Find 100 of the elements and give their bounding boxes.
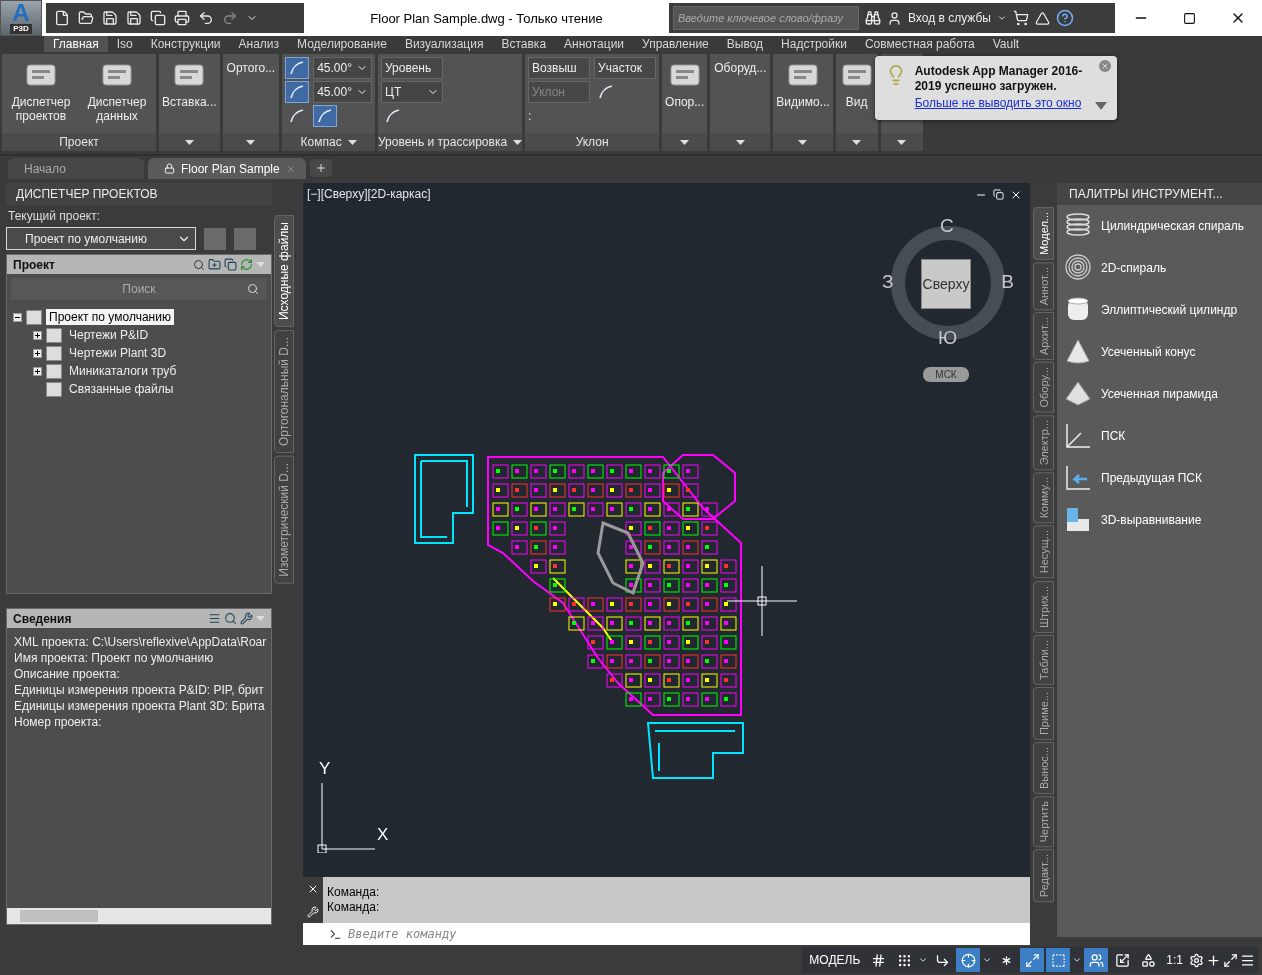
tree-item[interactable]: Проект по умолчанию: [46, 309, 174, 325]
document-tab[interactable]: Начало: [8, 158, 144, 179]
palette-tab[interactable]: Аннот...: [1033, 261, 1054, 311]
ribbon-button[interactable]: Диспетчер проектов: [5, 57, 77, 130]
palette-tool[interactable]: Усеченный конус: [1057, 331, 1262, 373]
palette-tab[interactable]: Комму...: [1033, 472, 1054, 524]
ribbon-tab[interactable]: Визуализация: [395, 36, 493, 52]
project-dropdown[interactable]: Проект по умолчанию: [6, 227, 196, 250]
compass-label[interactable]: В: [1001, 271, 1014, 293]
tree-item[interactable]: Связанные файлы: [66, 381, 177, 397]
caret-icon[interactable]: [918, 955, 929, 965]
dropdown[interactable]: ЦТ: [381, 81, 443, 103]
palette-tool[interactable]: ПСК: [1057, 415, 1262, 457]
triangle-icon[interactable]: [1035, 10, 1050, 26]
search-icon[interactable]: [193, 258, 205, 271]
side-tab[interactable]: Ортогональный D...: [274, 330, 294, 454]
palette-tool[interactable]: Цилиндрическая спираль: [1057, 205, 1262, 247]
ribbon-button[interactable]: Диспетчер данных: [81, 57, 153, 130]
redo-icon[interactable]: [222, 10, 238, 26]
horizontal-scrollbar[interactable]: [7, 908, 271, 924]
palette-tab[interactable]: Штрих...: [1033, 580, 1054, 633]
caret-icon[interactable]: [1072, 955, 1083, 965]
palette-tab[interactable]: Модел...: [1033, 207, 1054, 260]
tree-item[interactable]: Чертежи Plant 3D: [66, 345, 170, 361]
command-bar[interactable]: Введите команду: [303, 923, 1030, 945]
settings-icon[interactable]: [1189, 952, 1204, 968]
ribbon-tab[interactable]: Главная: [44, 36, 108, 52]
dropdown[interactable]: 45.00°: [313, 57, 372, 79]
ribbon-icon-button[interactable]: [285, 57, 310, 79]
caret-icon[interactable]: [735, 139, 745, 145]
caret-icon[interactable]: [513, 139, 523, 145]
caret-icon[interactable]: [246, 139, 256, 145]
expand-icon[interactable]: [33, 366, 42, 376]
crosshair-icon[interactable]: [960, 952, 976, 968]
status-toggle[interactable]: [1046, 948, 1071, 972]
palette-tab[interactable]: Приме...: [1033, 686, 1054, 740]
add-tab-button[interactable]: [309, 159, 332, 177]
copy-icon[interactable]: [224, 258, 237, 271]
compass-label[interactable]: С: [940, 215, 954, 237]
input-field[interactable]: Участок: [594, 57, 657, 79]
cart-icon[interactable]: [1013, 10, 1029, 26]
palette-tab[interactable]: Обору...: [1033, 362, 1054, 413]
status-toggle[interactable]: [1020, 948, 1045, 972]
caret-icon[interactable]: [982, 955, 993, 965]
caret-icon[interactable]: [997, 13, 1007, 23]
compass-label[interactable]: З: [882, 271, 894, 293]
ribbon-button[interactable]: Оборуд...: [713, 57, 768, 130]
palette-tool[interactable]: Предыдущая ПСК: [1057, 457, 1262, 499]
compass-label[interactable]: Ю: [938, 327, 958, 349]
caret-icon[interactable]: [897, 139, 907, 145]
open-folder-icon[interactable]: [78, 10, 94, 26]
shapes-icon[interactable]: [1140, 952, 1156, 968]
maximize-icon[interactable]: [1183, 11, 1196, 25]
ribbon-tab[interactable]: Вывод: [717, 36, 773, 52]
user-icon[interactable]: [887, 10, 902, 26]
side-tab[interactable]: Исходные файлы: [274, 215, 294, 328]
status-toggle[interactable]: [956, 948, 981, 972]
people-icon[interactable]: [1088, 952, 1104, 968]
menu-icon[interactable]: [1240, 952, 1255, 968]
palette-tab[interactable]: Архит...: [1033, 312, 1054, 361]
ribbon-tab[interactable]: Анализ: [229, 36, 289, 52]
wrench-icon[interactable]: [240, 612, 253, 625]
corner-arrow-icon[interactable]: [934, 952, 950, 968]
app-menu-button[interactable]: A P3D: [0, 0, 42, 36]
document-tab[interactable]: Floor Plan Sample: [148, 158, 306, 179]
palette-tab[interactable]: Электр...: [1033, 414, 1054, 471]
ribbon-button[interactable]: Вставка...: [162, 57, 217, 130]
diagonal-arrows-icon[interactable]: [1024, 952, 1040, 968]
ribbon-tab[interactable]: Конструкции: [141, 36, 230, 52]
ribbon-tab[interactable]: Совместная работа: [855, 36, 984, 52]
palette-tab[interactable]: Чертить: [1033, 795, 1054, 848]
caret-icon[interactable]: [347, 139, 357, 145]
ucs-menu[interactable]: МСК: [923, 367, 969, 382]
palette-tab[interactable]: Несущ...: [1033, 525, 1054, 579]
ribbon-icon-button[interactable]: [313, 105, 338, 127]
collapse-icon[interactable]: [13, 312, 22, 322]
tree-item[interactable]: Чертежи P&ID: [66, 327, 152, 343]
undo-icon[interactable]: [198, 10, 214, 26]
binoculars-icon[interactable]: [865, 10, 881, 26]
drawing-viewport[interactable]: [−][Сверху][2D-каркас] С В Ю З Сверху МСК Y X: [303, 183, 1030, 877]
dismiss-link[interactable]: Больше не выводить это окно: [914, 96, 1097, 110]
search-field[interactable]: Введите ключевое слово/фразу: [673, 6, 859, 30]
ribbon-tab[interactable]: Моделирование: [288, 36, 396, 52]
sign-in-button[interactable]: Вход в службы: [908, 11, 991, 25]
palette-tool[interactable]: Эллиптический цилиндр: [1057, 289, 1262, 331]
viewport-controls[interactable]: [−][Сверху][2D-каркас]: [307, 187, 431, 201]
ribbon-tab[interactable]: Vault: [983, 36, 1029, 52]
tree-item[interactable]: Миникаталоги труб: [66, 363, 180, 379]
save-as-icon[interactable]: [126, 10, 142, 26]
expand-icon[interactable]: [33, 330, 42, 340]
plus-icon[interactable]: [1206, 952, 1221, 968]
grid-icon[interactable]: [870, 952, 886, 968]
caret-icon[interactable]: [852, 139, 862, 145]
copy-icon[interactable]: [150, 10, 166, 26]
side-tab[interactable]: Изометрический D...: [274, 456, 294, 584]
ribbon-tab[interactable]: Iso: [107, 36, 142, 52]
down-arrow-icon[interactable]: [1094, 102, 1107, 110]
scaling-icon[interactable]: [1114, 952, 1130, 968]
help-icon[interactable]: [1056, 9, 1074, 27]
caret-icon[interactable]: [680, 139, 690, 145]
